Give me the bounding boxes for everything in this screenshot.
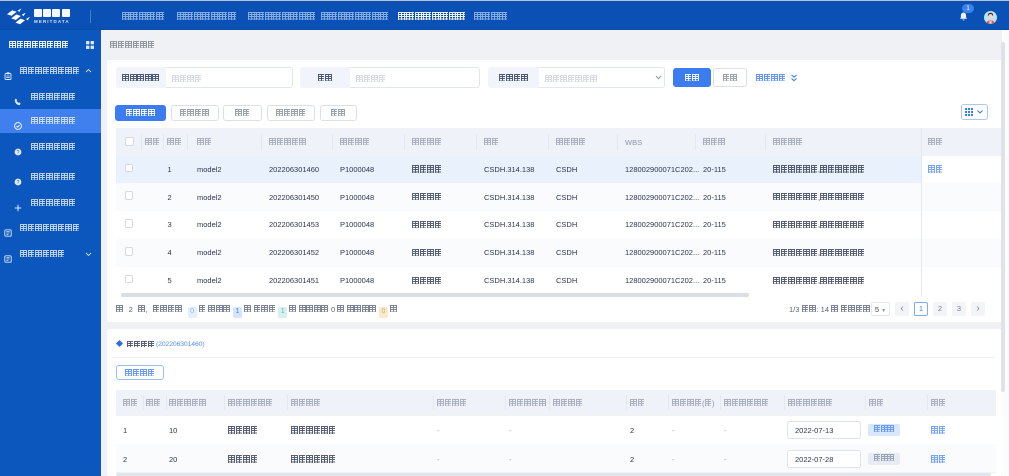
svg-text:?: ? [17,180,20,186]
svg-text:?: ? [17,150,20,156]
